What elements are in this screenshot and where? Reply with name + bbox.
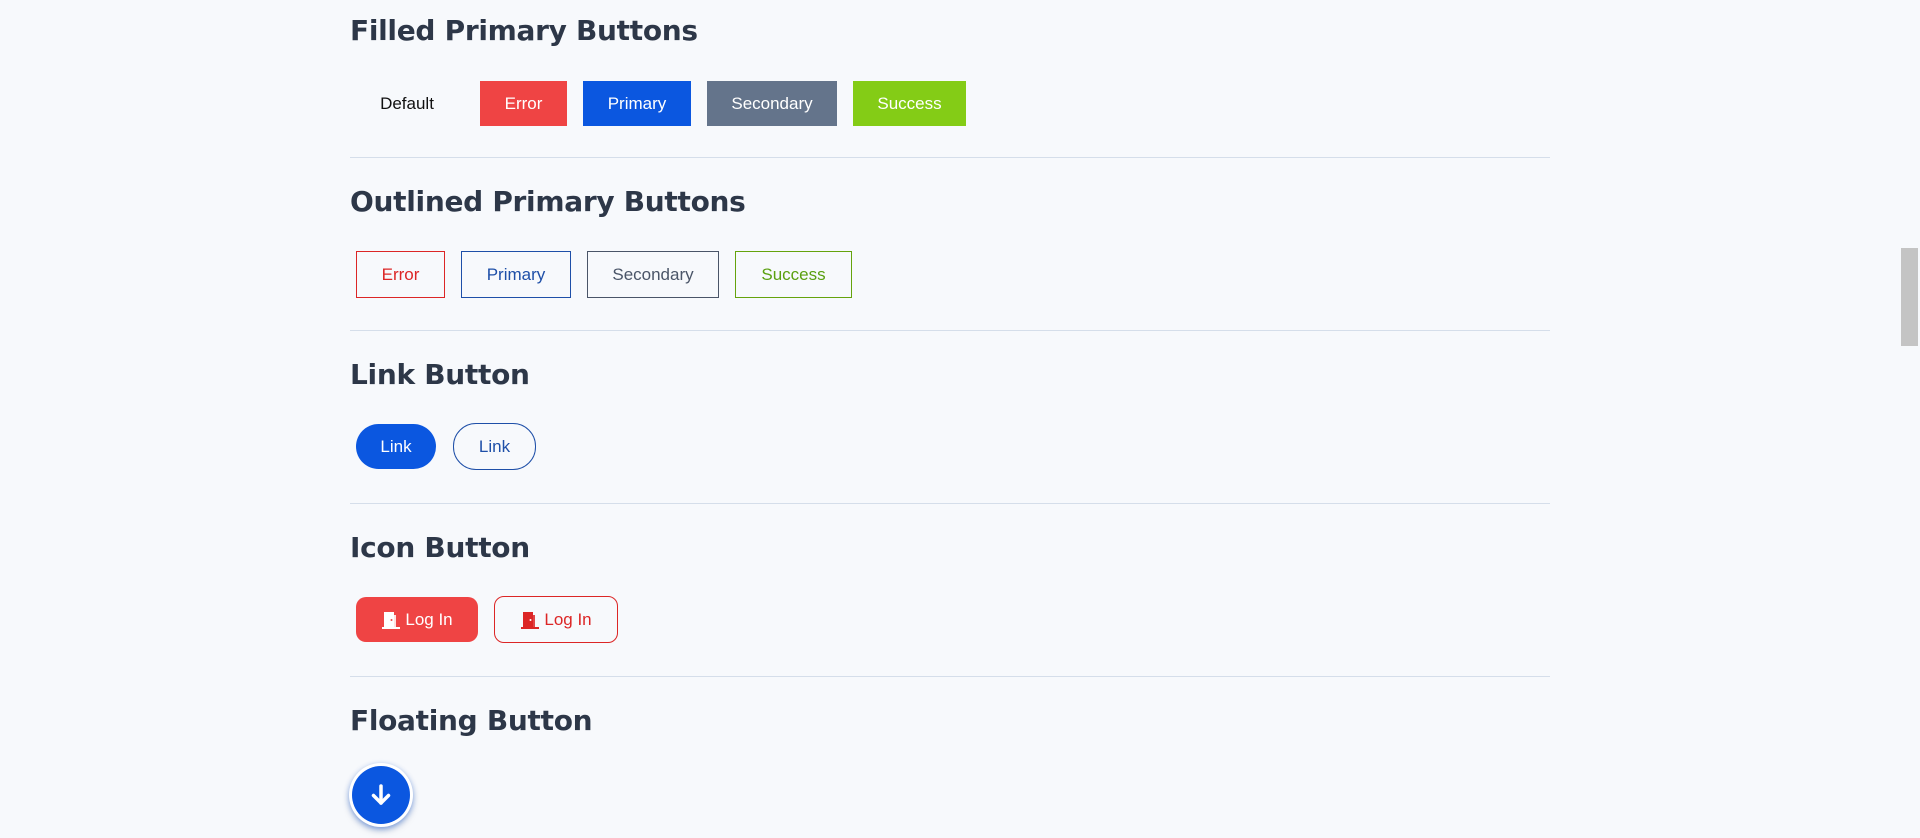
section-title: Floating Button (350, 704, 593, 737)
section-title: Icon Button (350, 531, 530, 564)
main-content: Filled Primary Buttons Default Error Pri… (350, 0, 1550, 838)
primary-outlined-button[interactable]: Primary (461, 251, 571, 298)
section-link-buttons: Link Button Link Link (350, 331, 1550, 504)
login-label: Log In (544, 609, 592, 629)
login-label: Log In (405, 609, 453, 629)
link-outlined-button[interactable]: Link (453, 423, 536, 470)
icon-button-row: Log In Log In (350, 596, 634, 643)
outlined-button-row: Error Primary Secondary Success (350, 251, 868, 298)
link-filled-button[interactable]: Link (356, 424, 436, 469)
default-button[interactable]: Default (350, 81, 464, 126)
section-filled-buttons: Filled Primary Buttons Default Error Pri… (350, 0, 1550, 158)
secondary-button[interactable]: Secondary (707, 81, 837, 126)
secondary-outlined-button[interactable]: Secondary (587, 251, 719, 298)
door-icon (521, 611, 540, 629)
error-outlined-button[interactable]: Error (356, 251, 445, 298)
scrollbar-thumb[interactable] (1901, 248, 1918, 346)
primary-button[interactable]: Primary (583, 81, 691, 126)
error-button[interactable]: Error (480, 81, 567, 126)
section-title: Filled Primary Buttons (350, 14, 698, 47)
door-icon (382, 611, 401, 629)
page: Filled Primary Buttons Default Error Pri… (0, 0, 1920, 838)
section-title: Outlined Primary Buttons (350, 185, 746, 218)
login-outlined-button[interactable]: Log In (494, 596, 618, 643)
link-button-row: Link Link (350, 423, 553, 470)
section-icon-buttons: Icon Button Log In Log In (350, 504, 1550, 677)
section-title: Link Button (350, 358, 530, 391)
login-filled-button[interactable]: Log In (356, 597, 478, 642)
vertical-scrollbar[interactable] (1900, 0, 1920, 838)
section-floating-button: Floating Button (350, 677, 1550, 838)
success-button[interactable]: Success (853, 81, 966, 126)
success-outlined-button[interactable]: Success (735, 251, 852, 298)
filled-button-row: Default Error Primary Secondary Success (350, 81, 982, 126)
section-outlined-buttons: Outlined Primary Buttons Error Primary S… (350, 158, 1550, 331)
arrow-down-icon (371, 784, 391, 805)
floating-action-button[interactable] (352, 766, 410, 824)
